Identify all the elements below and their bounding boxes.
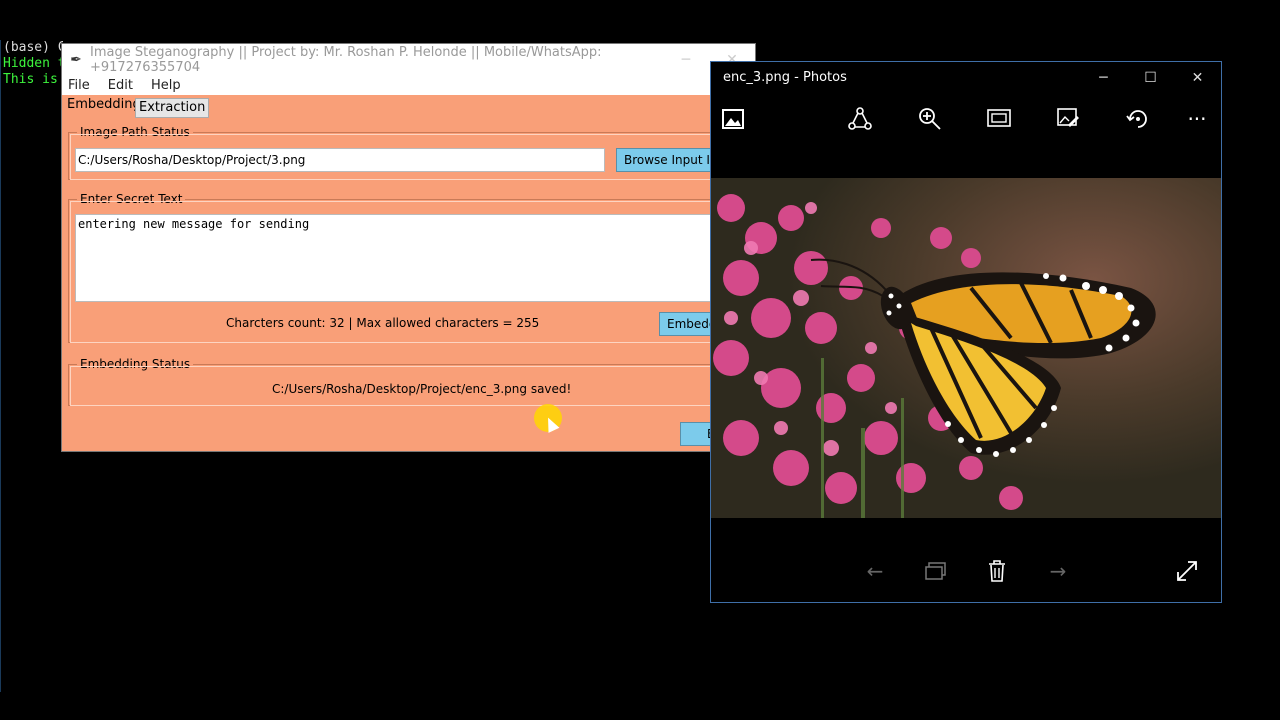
menu-bar: File Edit Help	[62, 75, 755, 95]
share-icon[interactable]	[846, 105, 874, 133]
embedding-status-value: C:/Users/Rosha/Desktop/Project/enc_3.png…	[272, 382, 572, 396]
minimize-icon[interactable]: ─	[1080, 70, 1127, 86]
tab-extraction[interactable]: Extraction	[135, 98, 210, 118]
photos-window-title: enc_3.png - Photos	[723, 70, 847, 85]
image-path-label: Image Path Status	[77, 124, 193, 140]
photos-bottom-bar: ← →	[711, 557, 1221, 587]
next-icon[interactable]: →	[1044, 557, 1072, 585]
more-icon[interactable]: ···	[1183, 105, 1211, 133]
butterfly-photo	[711, 178, 1221, 518]
slideshow-icon[interactable]	[985, 105, 1013, 133]
terminal-line: (base) C	[3, 40, 63, 55]
filmstrip-icon[interactable]	[922, 557, 950, 585]
zoom-in-icon[interactable]	[916, 105, 944, 133]
menu-help[interactable]: Help	[151, 78, 181, 93]
terminal-window: (base) C Hidden t This is	[0, 40, 63, 692]
character-count-label: Charcters count: 32 | Max allowed charac…	[226, 316, 540, 330]
feather-icon: ✒	[70, 51, 82, 68]
gallery-icon[interactable]	[719, 105, 747, 133]
previous-icon[interactable]: ←	[861, 557, 889, 585]
tab-bar: Embedding Extraction	[62, 95, 755, 118]
terminal-line: This is	[3, 72, 58, 87]
steg-window-title: Image Steganography || Project by: Mr. R…	[90, 44, 602, 75]
menu-file[interactable]: File	[68, 78, 90, 93]
photos-title-bar: enc_3.png - Photos ─ ☐ ✕	[711, 62, 1221, 93]
secret-text-input[interactable]: entering new message for sending	[75, 214, 715, 302]
rotate-icon[interactable]	[1124, 105, 1152, 133]
steg-title-bar: ✒ Image Steganography || Project by: Mr.…	[62, 44, 755, 75]
delete-icon[interactable]	[983, 557, 1011, 585]
steganography-window: ✒ Image Steganography || Project by: Mr.…	[61, 43, 756, 452]
tab-embedding[interactable]: Embedding	[64, 96, 144, 117]
secret-text-label: Enter Secret Text	[77, 191, 186, 207]
edit-icon[interactable]	[1055, 105, 1083, 133]
close-icon[interactable]: ✕	[1174, 70, 1221, 86]
image-path-input[interactable]: C:/Users/Rosha/Desktop/Project/3.png	[75, 148, 605, 172]
photos-window: enc_3.png - Photos ─ ☐ ✕ ··· ← →	[710, 61, 1222, 603]
photos-toolbar: ···	[711, 105, 1221, 135]
fullscreen-icon[interactable]	[1173, 557, 1201, 585]
menu-edit[interactable]: Edit	[108, 78, 133, 93]
terminal-line: Hidden t	[3, 56, 63, 71]
embedding-status-label: Embedding Status	[77, 356, 194, 372]
minimize-button[interactable]: ─	[663, 52, 709, 68]
maximize-icon[interactable]: ☐	[1127, 70, 1174, 86]
